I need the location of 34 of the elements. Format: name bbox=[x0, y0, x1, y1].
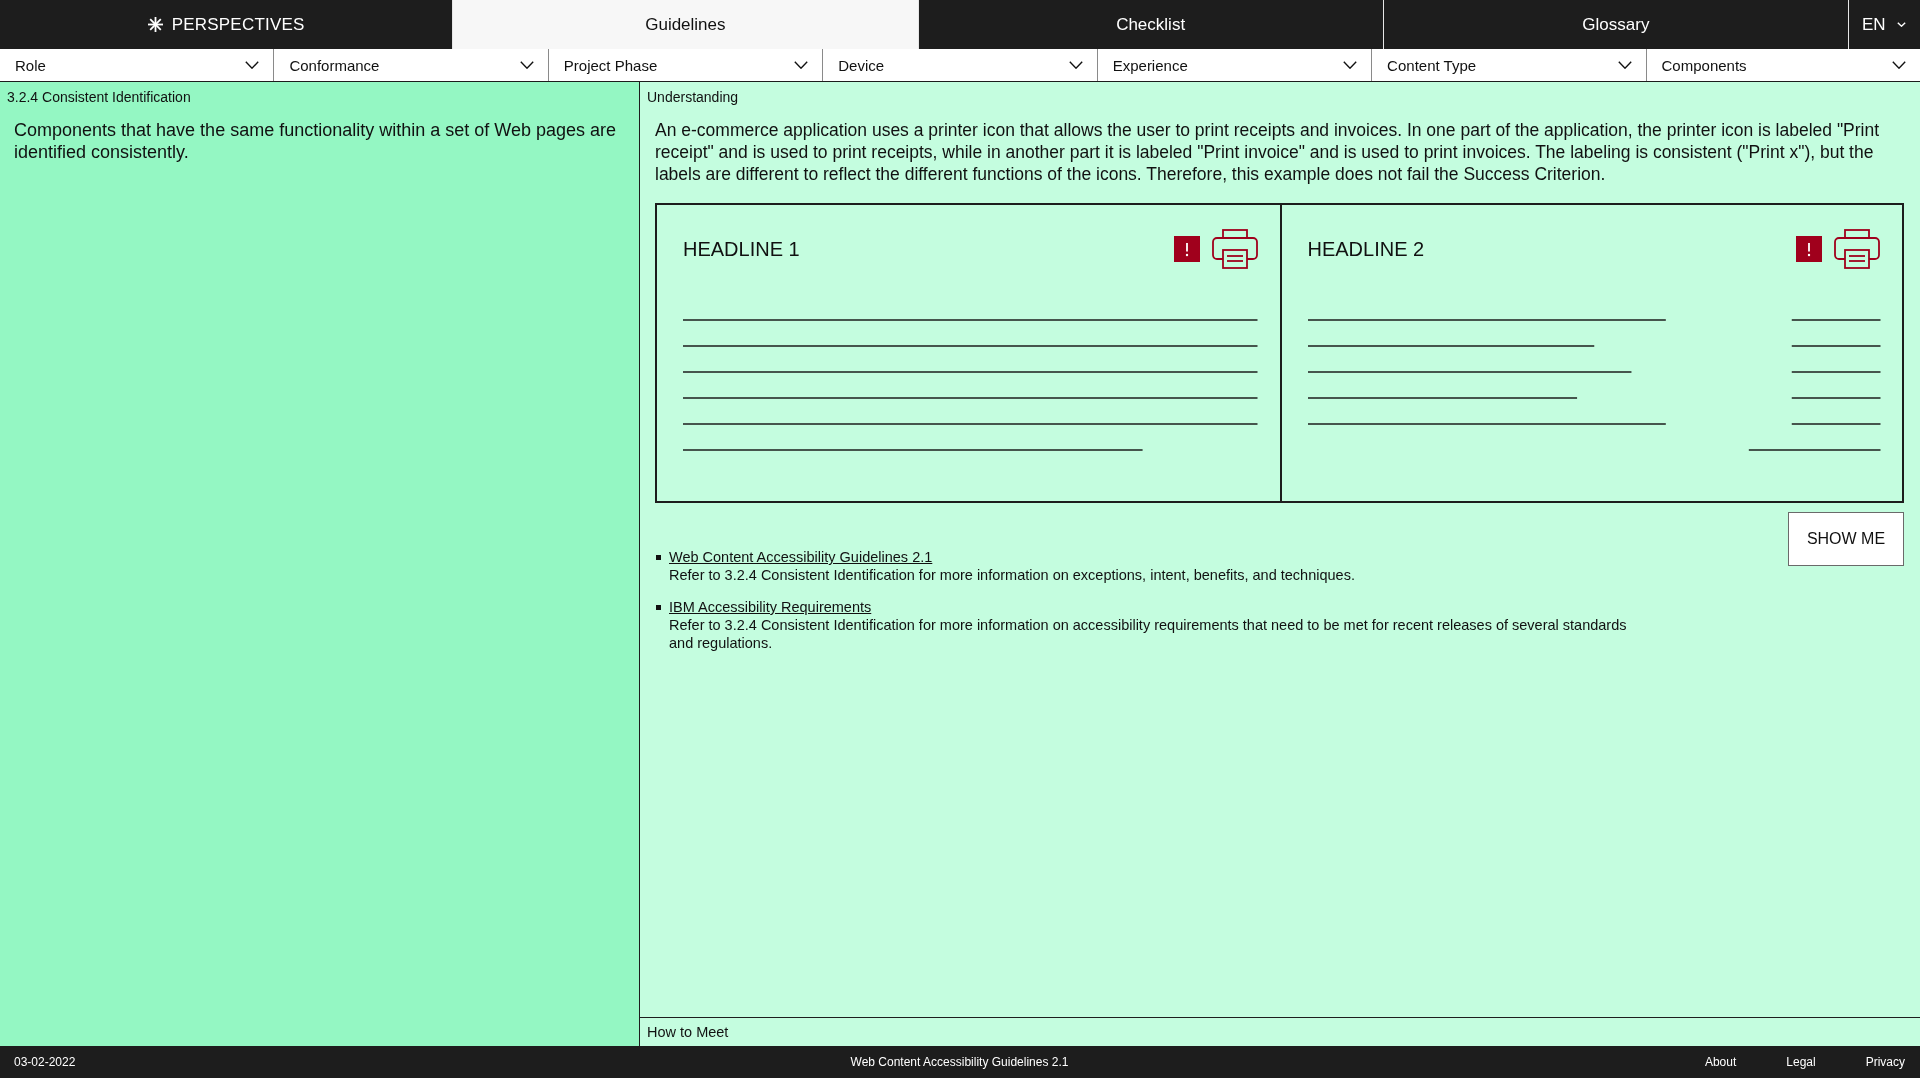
resource-link[interactable]: Web Content Accessibility Guidelines 2.1 bbox=[669, 548, 933, 566]
chevron-down-icon bbox=[1617, 61, 1632, 69]
chevron-down-icon bbox=[245, 61, 260, 69]
bullet-icon bbox=[656, 605, 661, 610]
chevron-down-icon bbox=[519, 61, 534, 69]
footer-link[interactable]: Legal bbox=[1786, 1055, 1816, 1069]
example-description: An e-commerce application uses a printer icon that allows the user to print receipts and invoices. In one part of the application, the printer icon is labeled "Print receipt" and is used to print receipts, while in another part it is labeled "Print invoice" and is used to print invoices. The labeling is consistent ("Print x"), but the labels are different to reflect the different functions of the icons. Therefore, this example does not fail the Success Criterion. bbox=[654, 119, 1881, 185]
printer-icon bbox=[1211, 229, 1258, 269]
footer-date: 03-02-2022 bbox=[14, 1055, 77, 1069]
card-headline: HEADLINE 2 bbox=[1307, 237, 1425, 261]
resource-description: Refer to 3.2.4 Consistent Identification for more information on exceptions, intent, benefits, and techniques. bbox=[669, 566, 1356, 584]
brand-link[interactable]: PERSPECTIVES bbox=[0, 0, 453, 49]
footer-link[interactable]: About bbox=[1704, 1055, 1737, 1069]
alert-icon bbox=[1796, 236, 1822, 262]
chevron-down-icon bbox=[1343, 61, 1358, 69]
chevron-down-icon bbox=[1068, 61, 1083, 69]
chevron-down-icon bbox=[1891, 61, 1906, 69]
footer-link[interactable]: Privacy bbox=[1865, 1055, 1905, 1069]
asterisk-icon bbox=[147, 17, 163, 32]
section-heading: 3.2.4 Consistent Identification bbox=[6, 88, 192, 106]
requirement-text: Components that have the same functionality within a set of Web pages are identified consistently. bbox=[13, 119, 617, 163]
chevron-down-icon bbox=[1897, 22, 1906, 27]
resource-description: Refer to 3.2.4 Consistent Identification for more information on accessibility requirements that need to be met for recent releases of several standards and regulations. bbox=[669, 616, 1628, 652]
nav-tab[interactable]: Guidelines bbox=[452, 0, 918, 49]
chevron-down-icon bbox=[794, 61, 809, 69]
alert-icon bbox=[1173, 236, 1200, 262]
section-heading: Understanding bbox=[646, 88, 740, 106]
footer-title: Web Content Accessibility Guidelines 2.1 bbox=[850, 1055, 1069, 1069]
card-headline: HEADLINE 1 bbox=[683, 237, 800, 261]
bullet-icon bbox=[656, 555, 661, 560]
resource-link[interactable]: IBM Accessibility Requirements bbox=[669, 598, 872, 616]
show-me-button[interactable]: SHOW ME bbox=[1788, 512, 1904, 566]
printer-icon bbox=[1834, 229, 1880, 269]
section-heading: How to Meet bbox=[647, 1024, 729, 1040]
